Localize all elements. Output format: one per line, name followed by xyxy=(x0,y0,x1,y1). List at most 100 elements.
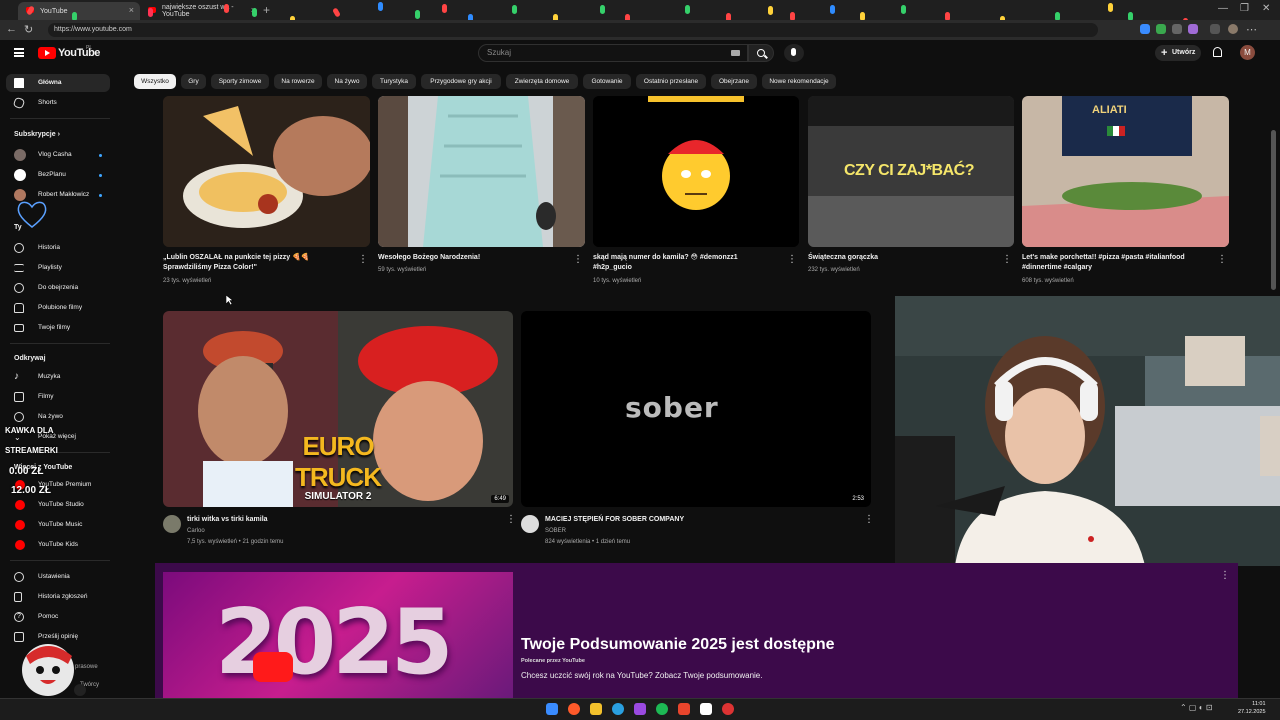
video-title[interactable]: MACIEJ STĘPIEŃ FOR SOBER COMPANY xyxy=(545,515,845,525)
keyboard-icon[interactable] xyxy=(731,50,740,56)
subscriptions-heading[interactable]: Subskrypcje › xyxy=(14,131,60,138)
taskbar-clock[interactable]: 11:01 27.12.2025 xyxy=(1238,700,1266,716)
maximize-icon[interactable]: ❐ xyxy=(1240,3,1249,14)
channel-avatar xyxy=(14,169,26,181)
sidebar-item-history[interactable]: Historia xyxy=(6,239,110,257)
chip[interactable]: Sporty zimowe xyxy=(211,74,269,89)
extension-icon[interactable] xyxy=(1140,24,1150,34)
voice-search-icon[interactable] xyxy=(784,44,804,62)
new-tab-icon[interactable]: + xyxy=(263,3,270,17)
spotify-icon[interactable] xyxy=(656,703,668,715)
channel-avatar[interactable] xyxy=(163,515,181,533)
chip[interactable]: Gry xyxy=(181,74,206,89)
you-heading[interactable]: Ty xyxy=(14,224,22,231)
recap-image[interactable]: 2025 xyxy=(163,572,513,698)
browser-tab-second[interactable]: największe oszust wa - YouTube × xyxy=(140,2,262,20)
sidebar-item-watch-later[interactable]: Do obejrzenia xyxy=(6,279,110,297)
sidebar-item-films[interactable]: Filmy xyxy=(6,388,110,406)
reload-icon[interactable]: ↻ xyxy=(24,23,33,36)
more-options-icon[interactable] xyxy=(864,514,874,527)
create-button[interactable]: + Utwórz xyxy=(1155,45,1201,61)
video-thumbnail[interactable]: sober 2:53 xyxy=(521,311,871,507)
browser-tab-youtube[interactable]: YouTube × xyxy=(18,2,140,20)
minimize-icon[interactable]: — xyxy=(1218,3,1228,14)
notifications-bell-icon[interactable] xyxy=(1213,47,1222,57)
channel-name[interactable]: SOBER xyxy=(545,526,566,536)
video-title[interactable]: Świąteczna gorączka xyxy=(808,253,993,263)
sidebar-item-report-history[interactable]: Historia zgłoszeń xyxy=(6,588,110,606)
more-options-icon[interactable] xyxy=(506,514,516,527)
search-button[interactable] xyxy=(748,44,774,62)
chip[interactable]: Przygodowe gry akcji xyxy=(421,74,501,89)
hamburger-menu-icon[interactable] xyxy=(14,48,24,57)
avatar[interactable]: M xyxy=(1240,45,1255,60)
video-thumbnail[interactable] xyxy=(593,96,799,247)
sidebar-item-home[interactable]: Główna xyxy=(6,74,110,92)
sidebar-item-playlists[interactable]: Playlisty xyxy=(6,259,110,277)
start-icon[interactable] xyxy=(546,703,558,715)
app-icon[interactable] xyxy=(634,703,646,715)
edge-icon[interactable] xyxy=(612,703,624,715)
video-thumbnail[interactable] xyxy=(163,96,370,247)
chip[interactable]: Obejrzane xyxy=(711,74,757,89)
more-options-icon[interactable] xyxy=(1217,254,1227,267)
sidebar-item-music[interactable]: ♪ Muzyka xyxy=(6,368,110,386)
search-input[interactable]: Szukaj xyxy=(478,44,748,62)
extension-icon[interactable] xyxy=(1156,24,1166,34)
sidebar-item-liked[interactable]: Polubione filmy xyxy=(6,299,110,317)
profile-icon[interactable] xyxy=(1228,24,1238,34)
close-window-icon[interactable]: ✕ xyxy=(1262,3,1270,14)
close-tab-icon[interactable]: × xyxy=(129,5,134,15)
video-title[interactable]: Let's make porchetta!! #pizza #pasta #it… xyxy=(1022,253,1212,273)
youtube-logo-text[interactable]: YouTube xyxy=(58,47,100,59)
more-options-icon[interactable] xyxy=(573,254,583,267)
sidebar-item-kids[interactable]: YouTube Kids xyxy=(6,536,110,554)
channel-name[interactable]: Carloo xyxy=(187,526,205,536)
youtube-logo-icon[interactable] xyxy=(38,47,56,59)
more-options-icon[interactable] xyxy=(787,254,797,267)
sidebar-item-help[interactable]: ? Pomoc xyxy=(6,608,110,626)
sidebar-item-shorts[interactable]: Shorts xyxy=(6,94,110,112)
favorites-icon[interactable] xyxy=(1210,24,1220,34)
browser-app-icon[interactable] xyxy=(568,703,580,715)
channel-avatar[interactable] xyxy=(521,515,539,533)
sidebar-item-your-videos[interactable]: Twoje filmy xyxy=(6,319,110,337)
sidebar-item-live[interactable]: Na żywo xyxy=(6,408,110,426)
chip[interactable]: Ostatnio przesłane xyxy=(636,74,706,89)
video-thumbnail[interactable]: EURO TRUCK SIMULATOR 2 6:49 xyxy=(163,311,513,507)
extension-icon[interactable] xyxy=(1188,24,1198,34)
chip[interactable]: Nowe rekomendacje xyxy=(762,74,836,89)
recap-title[interactable]: Twoje Podsumowanie 2025 jest dostępne xyxy=(521,636,835,654)
chip[interactable]: Zwierzęta domowe xyxy=(506,74,578,89)
system-tray-icons[interactable]: ⌃ ▢ ◐ ⊡ xyxy=(1180,703,1212,712)
video-title[interactable]: Wesołego Bożego Narodzenia! xyxy=(378,253,563,263)
video-thumbnail[interactable] xyxy=(378,96,585,247)
back-icon[interactable]: ← xyxy=(6,23,17,35)
folder-icon[interactable] xyxy=(590,703,602,715)
app-icon[interactable] xyxy=(678,703,690,715)
chip[interactable]: Na żywo xyxy=(327,74,367,89)
sidebar-item-music-app[interactable]: YouTube Music xyxy=(6,516,110,534)
video-thumbnail[interactable]: CZY CI ZAJ*BAĆ? xyxy=(808,96,1014,247)
chip[interactable]: Na rowerze xyxy=(274,74,322,89)
chip-all[interactable]: Wszystko xyxy=(134,74,176,89)
sidebar-item-studio[interactable]: YouTube Studio xyxy=(6,496,110,514)
more-icon[interactable]: ⋯ xyxy=(1246,23,1257,36)
more-options-icon[interactable] xyxy=(1002,254,1012,267)
chip[interactable]: Gotowanie xyxy=(583,74,631,89)
sidebar-item-subscription[interactable]: BezPlanu xyxy=(6,166,110,184)
extension-icon[interactable] xyxy=(1172,24,1182,34)
app-icon[interactable] xyxy=(722,703,734,715)
more-options-icon[interactable] xyxy=(358,254,368,267)
url-field[interactable]: https://www.youtube.com xyxy=(48,23,1098,37)
app-icon[interactable] xyxy=(700,703,712,715)
chip[interactable]: Turystyka xyxy=(372,74,416,89)
scrollbar-thumb[interactable] xyxy=(1271,130,1276,290)
more-options-icon[interactable] xyxy=(1220,570,1230,583)
video-title[interactable]: skąd mają numer do kamila? 😳 #demonzz1 #h… xyxy=(593,253,778,273)
video-title[interactable]: „Lublin OSZALAŁ na punkcie tej pizzy 🍕🍕 S… xyxy=(163,253,348,273)
sidebar-item-settings[interactable]: Ustawienia xyxy=(6,568,110,586)
video-thumbnail[interactable]: ALIATI xyxy=(1022,96,1229,247)
sidebar-item-subscription[interactable]: Vlog Casha xyxy=(6,146,110,164)
video-title[interactable]: tirki witka vs tirki kamila xyxy=(187,515,487,525)
